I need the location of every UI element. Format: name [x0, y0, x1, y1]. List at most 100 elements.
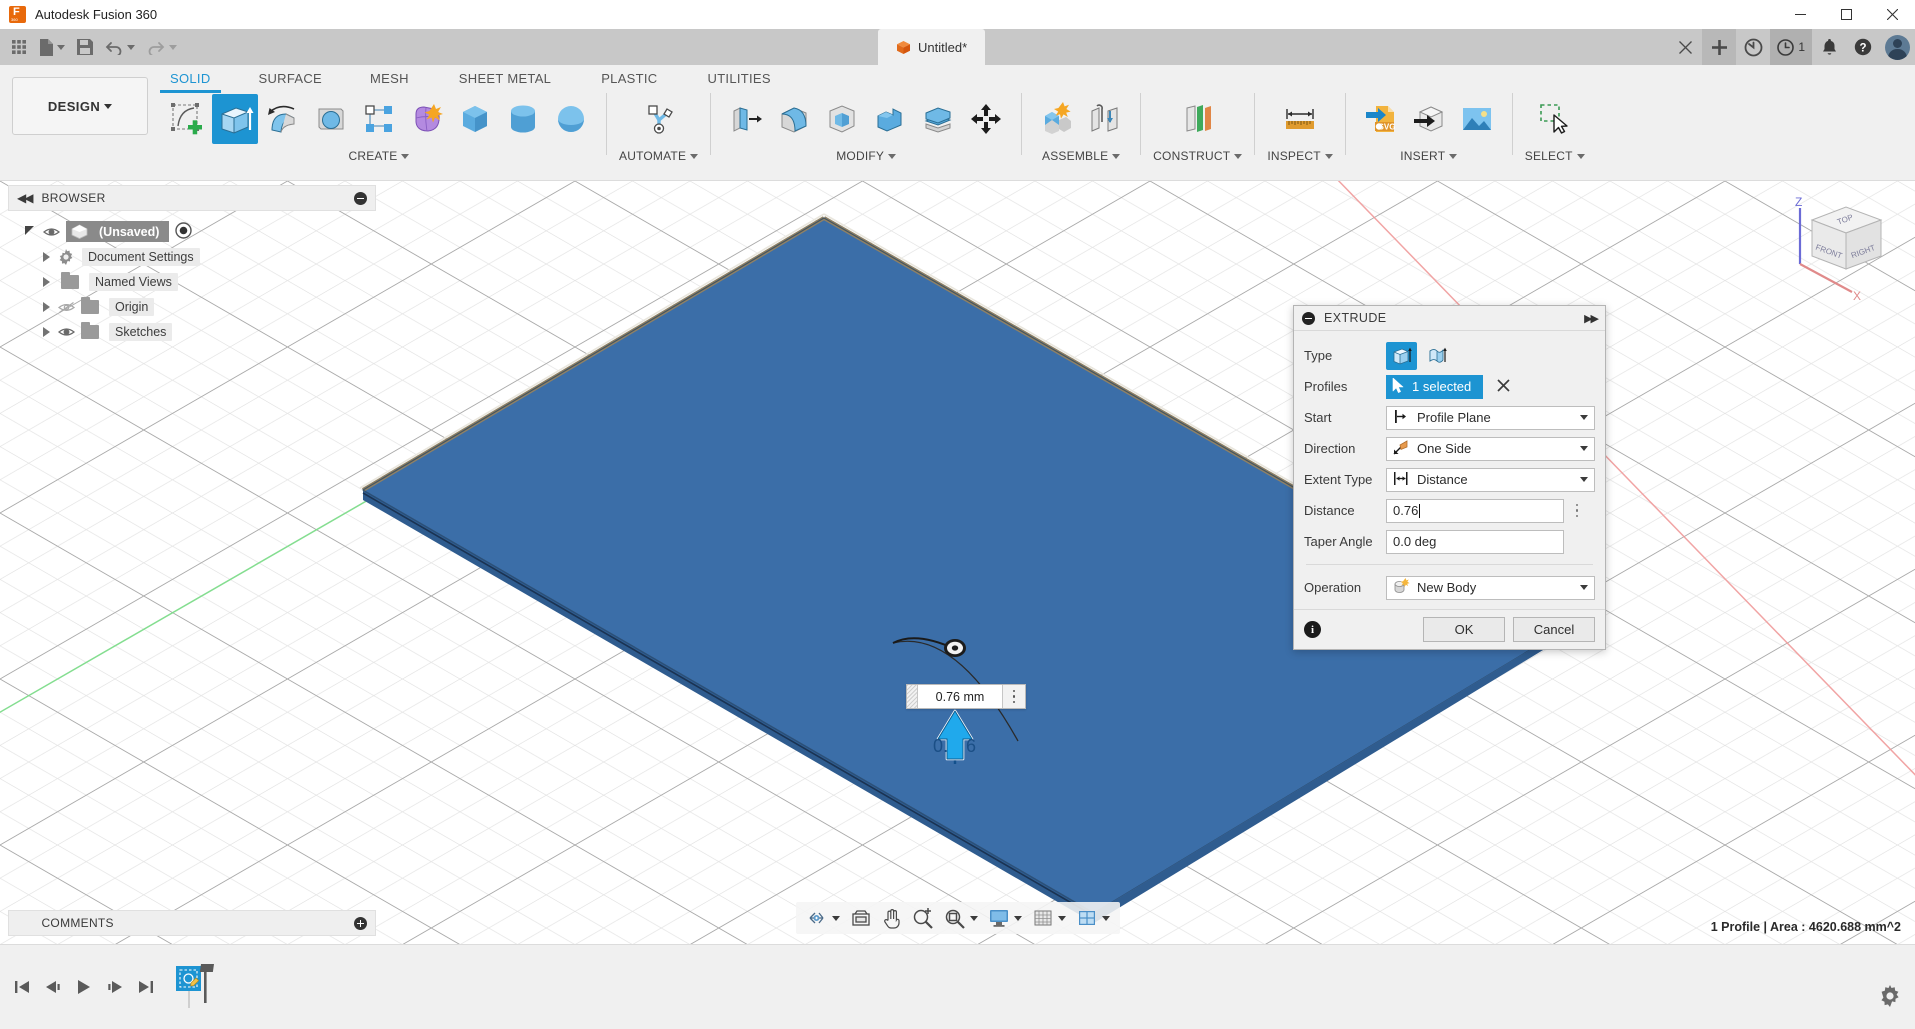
press-pull-icon[interactable] [723, 94, 769, 144]
timeline-feature-sketch[interactable] [175, 964, 215, 1010]
move-copy-icon[interactable] [963, 94, 1009, 144]
grid-snaps-icon[interactable] [1028, 905, 1070, 931]
extent-type-dropdown[interactable]: Distance [1386, 467, 1595, 492]
look-at-icon[interactable] [846, 905, 876, 931]
kebab-menu-icon[interactable] [1003, 685, 1025, 708]
chevron-down-icon[interactable] [1013, 915, 1022, 921]
box-icon[interactable] [452, 94, 498, 144]
start-dropdown[interactable]: Profile Plane [1386, 405, 1595, 430]
visibility-eye-icon[interactable] [57, 326, 76, 338]
canvas-dimension-input[interactable]: 0.76 mm [906, 684, 1026, 709]
panel-label-assemble[interactable]: ASSEMBLE [1042, 149, 1121, 163]
expand-arrow-icon[interactable] [42, 302, 51, 312]
combine-icon[interactable] [867, 94, 913, 144]
activate-component-radio[interactable] [175, 221, 193, 242]
document-tab[interactable]: Untitled* [878, 29, 986, 65]
expand-arrow-icon[interactable] [24, 225, 35, 239]
sweep-icon[interactable] [308, 94, 354, 144]
visibility-hidden-icon[interactable] [58, 301, 75, 313]
browser-item-origin[interactable]: Origin [8, 294, 376, 319]
redo-icon[interactable] [142, 33, 182, 61]
profiles-selection-button[interactable]: 1 selected [1386, 374, 1484, 399]
distance-kebab-menu-icon[interactable] [1568, 503, 1586, 518]
taper-angle-input[interactable]: 0.0 deg [1386, 529, 1564, 554]
go-to-end-icon[interactable] [130, 970, 161, 1004]
panel-label-select[interactable]: SELECT [1525, 149, 1585, 163]
new-document-icon[interactable] [34, 33, 70, 61]
pattern-icon[interactable] [356, 94, 402, 144]
go-to-beginning-icon[interactable] [6, 970, 37, 1004]
add-comment-icon[interactable] [354, 916, 367, 930]
fit-icon[interactable] [940, 905, 982, 931]
zoom-icon[interactable] [908, 905, 938, 931]
display-settings-icon[interactable] [984, 905, 1026, 931]
chevron-down-icon[interactable] [1580, 415, 1588, 420]
distance-input[interactable]: 0.76 [1386, 498, 1564, 523]
chevron-down-icon[interactable] [1057, 915, 1066, 921]
direction-dropdown[interactable]: One Side [1386, 436, 1595, 461]
panel-label-construct[interactable]: CONSTRUCT [1153, 149, 1243, 163]
expand-arrow-icon[interactable] [42, 277, 51, 287]
extrude-icon[interactable] [212, 94, 258, 144]
operation-dropdown[interactable]: New Body [1386, 575, 1595, 600]
panel-label-automate[interactable]: AUTOMATE [619, 149, 699, 163]
panel-label-modify[interactable]: MODIFY [836, 149, 897, 163]
joint-icon[interactable] [1082, 94, 1128, 144]
app-grid-icon[interactable] [6, 33, 32, 61]
chevron-down-icon[interactable] [1580, 477, 1588, 482]
shell-icon[interactable] [819, 94, 865, 144]
split-body-icon[interactable] [915, 94, 961, 144]
offset-plane-icon[interactable] [1175, 94, 1221, 144]
panel-label-create[interactable]: CREATE [349, 149, 410, 163]
user-avatar[interactable] [1885, 34, 1910, 60]
expand-arrow-icon[interactable] [42, 327, 51, 337]
extrude-solid-icon[interactable] [1386, 341, 1417, 370]
ok-button[interactable]: OK [1423, 617, 1505, 642]
save-icon[interactable] [72, 33, 98, 61]
maximize-button[interactable] [1823, 0, 1869, 29]
cancel-button[interactable]: Cancel [1513, 617, 1595, 642]
extrude-thin-icon[interactable] [1421, 342, 1452, 370]
minimize-button[interactable] [1777, 0, 1823, 29]
fillet-icon[interactable] [771, 94, 817, 144]
clear-selection-icon[interactable] [1497, 378, 1510, 395]
cylinder-icon[interactable] [500, 94, 546, 144]
step-back-icon[interactable] [37, 970, 68, 1004]
workspace-selector[interactable]: DESIGN [12, 77, 148, 135]
select-cursor-icon[interactable] [1532, 94, 1578, 144]
insert-derive-icon[interactable] [1406, 94, 1452, 144]
dialog-header[interactable]: EXTRUDE ▶▶ [1294, 306, 1605, 331]
create-sketch-icon[interactable] [164, 94, 210, 144]
browser-item-named-views[interactable]: Named Views [8, 269, 376, 294]
step-forward-icon[interactable] [99, 970, 130, 1004]
close-button[interactable] [1869, 0, 1915, 29]
browser-item-document-settings[interactable]: Document Settings [8, 244, 376, 269]
close-document-button[interactable] [1668, 29, 1702, 65]
settings-gear-icon[interactable] [1879, 985, 1901, 1007]
browser-item-unsaved[interactable]: (Unsaved) [8, 219, 376, 244]
help-icon[interactable]: ? [1846, 29, 1880, 65]
recent-jobs-button[interactable]: 1 [1770, 29, 1812, 65]
expand-arrow-icon[interactable] [42, 252, 51, 262]
info-icon[interactable]: i [1304, 621, 1321, 638]
chevron-down-icon[interactable] [969, 915, 978, 921]
expand-right-icon[interactable]: ▶▶ [1584, 312, 1599, 325]
insert-svg-icon[interactable]: SVG [1358, 94, 1404, 144]
undo-icon[interactable] [100, 33, 140, 61]
play-icon[interactable] [68, 970, 99, 1004]
create-form-icon[interactable] [404, 94, 450, 144]
panel-label-inspect[interactable]: INSPECT [1267, 149, 1333, 163]
pan-icon[interactable] [878, 905, 906, 931]
drag-grip-icon[interactable] [907, 685, 917, 708]
3d-viewport[interactable]: 0. 6 0.76 mm ◀◀ BROWSER (Unsaved) Docume… [0, 181, 1915, 944]
orbit-icon[interactable] [802, 905, 844, 931]
view-cube[interactable]: Z X TOP FRONT RIGHT [1770, 186, 1905, 306]
canvas-image-icon[interactable] [1454, 94, 1500, 144]
automate-icon[interactable] [636, 94, 682, 144]
chevron-down-icon[interactable] [1101, 915, 1110, 921]
visibility-eye-icon[interactable] [42, 226, 61, 238]
collapse-left-icon[interactable]: ◀◀ [17, 191, 34, 205]
chevron-down-icon[interactable] [831, 915, 840, 921]
new-component-icon[interactable] [1034, 94, 1080, 144]
job-status-icon[interactable] [1736, 29, 1770, 65]
